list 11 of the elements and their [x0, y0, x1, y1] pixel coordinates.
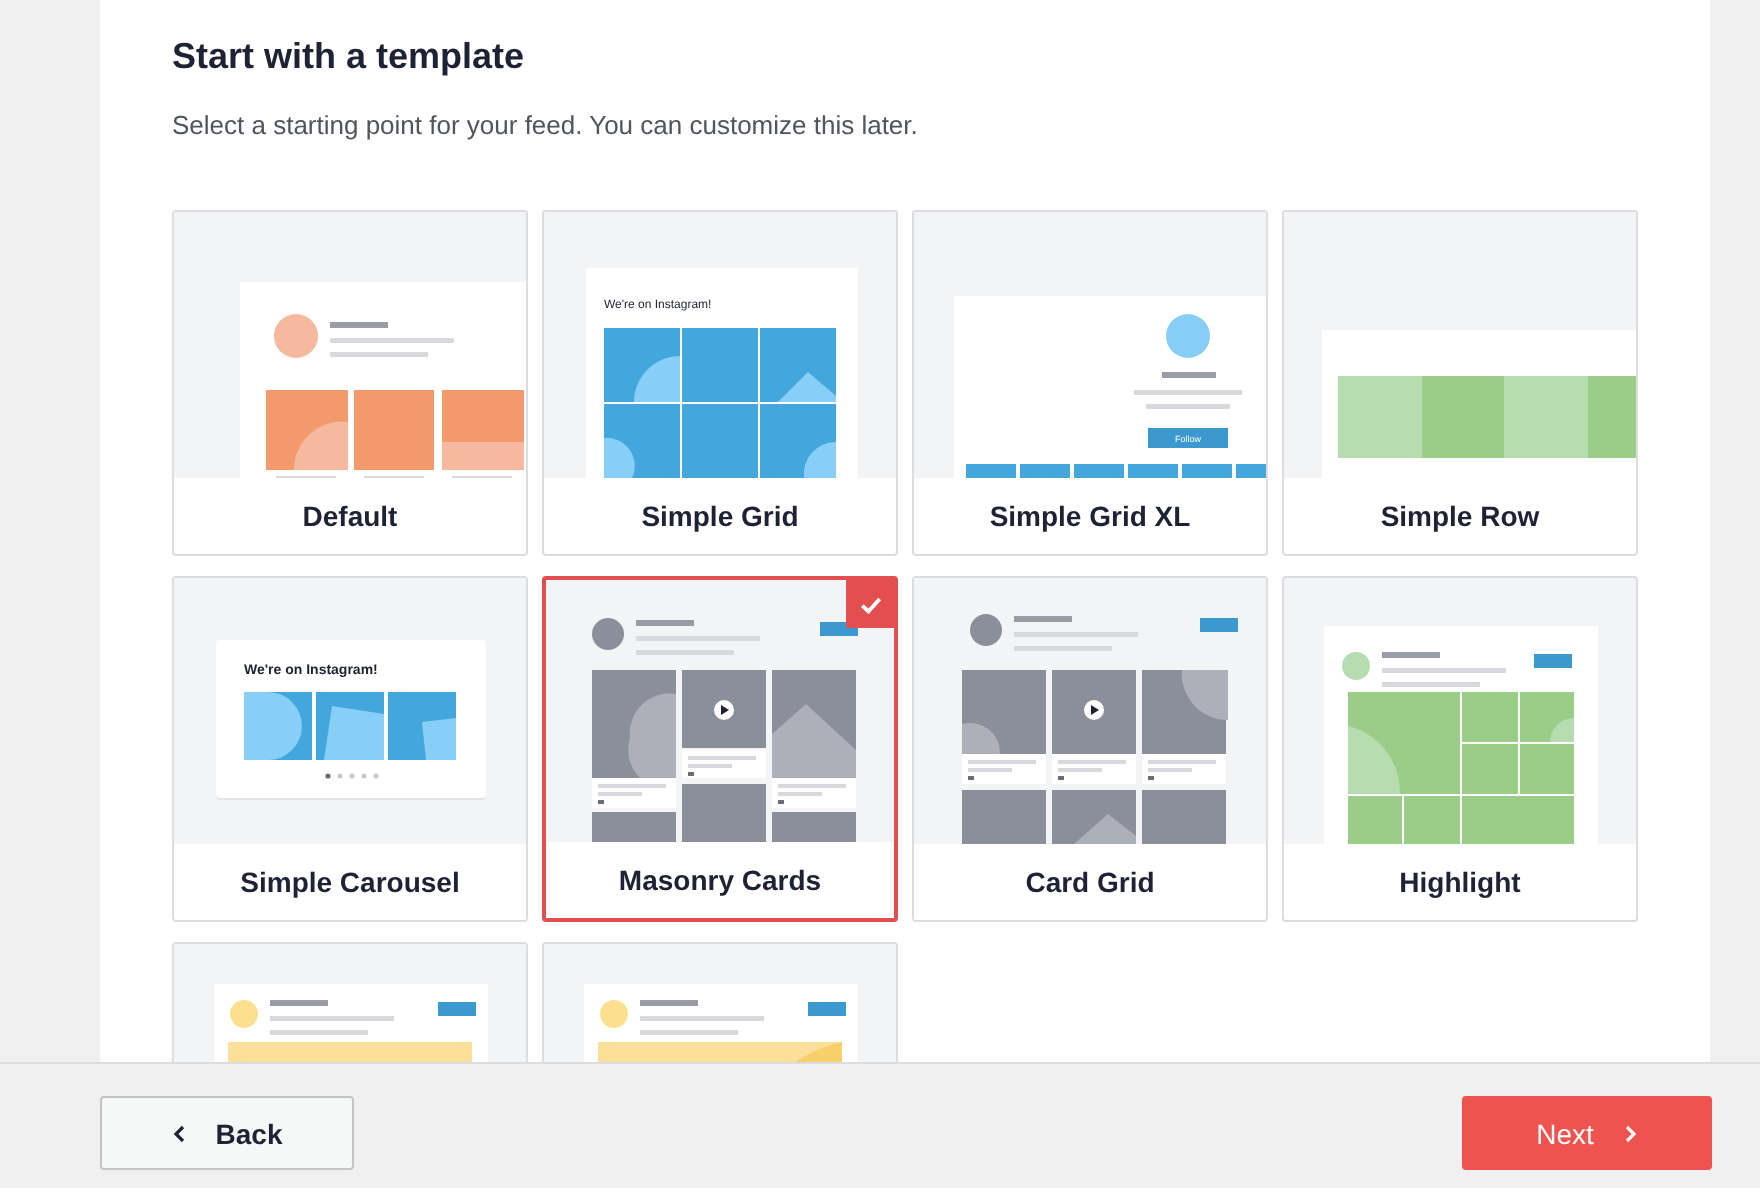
back-button[interactable]: Back: [100, 1096, 354, 1170]
page-heading: Start with a template: [172, 34, 527, 80]
template-card[interactable]: Card Grid: [912, 576, 1268, 922]
chevron-left-icon: [171, 1123, 188, 1143]
template-card[interactable]: Highlight: [1282, 576, 1638, 922]
template-card[interactable]: Simple Row: [1282, 210, 1638, 556]
template-card[interactable]: Default: [172, 210, 528, 556]
page-subtitle: Select a starting point for your feed. You can customize this later.: [172, 110, 920, 142]
template-card[interactable]: Masonry Cards: [542, 576, 898, 922]
check-icon: [846, 580, 894, 628]
chevron-right-icon: [1621, 1123, 1638, 1143]
